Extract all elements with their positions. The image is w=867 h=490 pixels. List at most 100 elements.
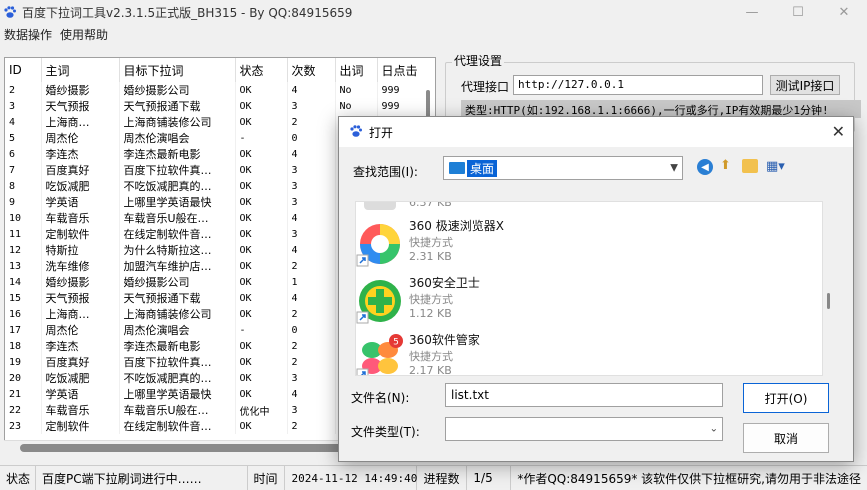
header-status[interactable]: 状态: [235, 58, 288, 82]
cell-keyword: 上海商…: [41, 114, 120, 130]
new-folder-icon[interactable]: [742, 159, 758, 173]
cell-id: 5: [5, 130, 42, 146]
cell-keyword: 李连杰: [41, 338, 120, 354]
cell-target: 在线定制软件音…: [119, 226, 236, 242]
cell-id: 6: [5, 146, 42, 162]
cell-status: OK: [235, 354, 288, 370]
cell-status: OK: [235, 386, 288, 402]
cell-count: 2: [287, 338, 336, 354]
table-row[interactable]: 3 天气预报 天气预报通下载 OK 3 No 999: [5, 98, 435, 114]
cell-id: 13: [5, 258, 42, 274]
cell-target: 百度下拉软件真…: [119, 162, 236, 178]
cell-status: OK: [235, 338, 288, 354]
cell-keyword: 学英语: [41, 386, 120, 402]
cell-count: 4: [287, 210, 336, 226]
open-button[interactable]: 打开(O): [743, 383, 829, 413]
title-bar: 百度下拉词工具v2.3.1.5正式版_BH315 - By QQ:8491565…: [0, 0, 867, 24]
cell-target: 周杰伦演唱会: [119, 322, 236, 338]
cell-count: 4: [287, 242, 336, 258]
menu-help[interactable]: 使用帮助: [56, 26, 112, 43]
cell-count: 4: [287, 82, 336, 98]
open-file-dialog: 打开 ✕ 查找范围(I): 桌面 ▼ ◀ ⬆ ▦▾ 6.37 KB 360 极速…: [338, 116, 854, 462]
filetype-select[interactable]: ⌄: [445, 417, 723, 441]
browser-360-icon: [356, 220, 404, 268]
header-keyword[interactable]: 主词: [41, 58, 120, 82]
cell-target: 李连杰最新电影: [119, 146, 236, 162]
file-name: 360安全卫士: [409, 276, 480, 290]
file-item-360-safe[interactable]: 360安全卫士 快捷方式 1.12 KB: [356, 273, 796, 329]
svg-text:5: 5: [393, 338, 399, 348]
cell-keyword: 吃饭减肥: [41, 370, 120, 386]
cell-target: 上海商铺装修公司: [119, 306, 236, 322]
cell-count: 3: [287, 178, 336, 194]
file-icon: [356, 202, 404, 214]
view-menu-icon[interactable]: ▦▾: [766, 159, 785, 174]
look-in-combo[interactable]: 桌面 ▼: [443, 156, 683, 180]
cell-id: 8: [5, 178, 42, 194]
file-list[interactable]: 6.37 KB 360 极速浏览器X 快捷方式 2.31 KB 360安全卫士 …: [355, 201, 823, 376]
filename-label: 文件名(N):: [351, 391, 410, 405]
table-row[interactable]: 2 婚纱摄影 婚纱摄影公司 OK 4 No 999: [5, 82, 435, 98]
file-item-360-manager[interactable]: 5 360软件管家 快捷方式 2.17 KB: [356, 330, 796, 376]
cell-keyword: 定制软件: [41, 226, 120, 242]
header-count[interactable]: 次数: [287, 58, 336, 82]
header-daily[interactable]: 日点击: [377, 58, 435, 82]
chevron-down-icon: ▼: [670, 162, 678, 174]
cancel-button[interactable]: 取消: [743, 423, 829, 453]
dialog-title-bar: 打开: [339, 117, 853, 147]
test-ip-button[interactable]: 测试IP接口: [770, 75, 840, 95]
file-name: 360软件管家: [409, 333, 480, 347]
cell-status: OK: [235, 146, 288, 162]
cell-keyword: 婚纱摄影: [41, 82, 120, 98]
cell-count: 2: [287, 114, 336, 130]
file-size: 6.37 KB: [409, 201, 452, 209]
proxy-input[interactable]: http://127.0.0.1: [513, 75, 763, 95]
cell-target: 在线定制软件音…: [119, 418, 236, 434]
cell-count: 3: [287, 162, 336, 178]
file-size: 1.12 KB: [409, 307, 452, 320]
process-label: 进程数: [417, 466, 468, 490]
file-item-360-browser[interactable]: 360 极速浏览器X 快捷方式 2.31 KB: [356, 216, 796, 272]
grid-hscroll-thumb[interactable]: [20, 444, 360, 452]
cell-target: 上哪里学英语最快: [119, 386, 236, 402]
window-title: 百度下拉词工具v2.3.1.5正式版_BH315 - By QQ:8491565…: [22, 5, 353, 20]
dialog-title: 打开: [369, 125, 394, 140]
file-type: 快捷方式: [409, 350, 453, 363]
file-list-scrollbar[interactable]: [827, 293, 830, 309]
look-in-label: 查找范围(I):: [353, 165, 418, 179]
cell-count: 4: [287, 290, 336, 306]
grid-header-row: ID 主词 目标下拉词 状态 次数 出词 日点击: [5, 58, 435, 82]
software-manager-360-icon: 5: [356, 334, 404, 375]
cell-id: 11: [5, 226, 42, 242]
time-value: 2024-11-12 14:49:40: [285, 466, 418, 490]
cell-keyword: 婚纱摄影: [41, 274, 120, 290]
header-target[interactable]: 目标下拉词: [119, 58, 236, 82]
header-id[interactable]: ID: [5, 58, 42, 82]
dialog-close-button[interactable]: ✕: [832, 122, 845, 141]
up-folder-icon[interactable]: ⬆: [720, 158, 734, 174]
cell-keyword: 周杰伦: [41, 322, 120, 338]
cell-target: 百度下拉软件真…: [119, 354, 236, 370]
header-appear[interactable]: 出词: [335, 58, 378, 82]
file-size: 2.17 KB: [409, 364, 452, 376]
cell-count: 4: [287, 386, 336, 402]
cell-count: 2: [287, 306, 336, 322]
cell-id: 22: [5, 402, 42, 418]
cell-keyword: 定制软件: [41, 418, 120, 434]
maximize-button[interactable]: ☐: [775, 0, 821, 24]
cell-id: 4: [5, 114, 42, 130]
close-button[interactable]: ✕: [821, 0, 867, 24]
cell-status: OK: [235, 114, 288, 130]
proxy-group-title: 代理设置: [452, 52, 505, 69]
filename-input[interactable]: list.txt: [445, 383, 723, 407]
menu-data-ops[interactable]: 数据操作: [0, 26, 56, 43]
filetype-label: 文件类型(T):: [351, 425, 420, 439]
cell-id: 9: [5, 194, 42, 210]
cell-keyword: 车载音乐: [41, 210, 120, 226]
cell-count: 1: [287, 274, 336, 290]
minimize-button[interactable]: —: [729, 0, 775, 24]
cell-status: OK: [235, 194, 288, 210]
cell-target: 婚纱摄影公司: [119, 274, 236, 290]
back-icon[interactable]: ◀: [697, 159, 713, 175]
cell-status: OK: [235, 98, 288, 114]
